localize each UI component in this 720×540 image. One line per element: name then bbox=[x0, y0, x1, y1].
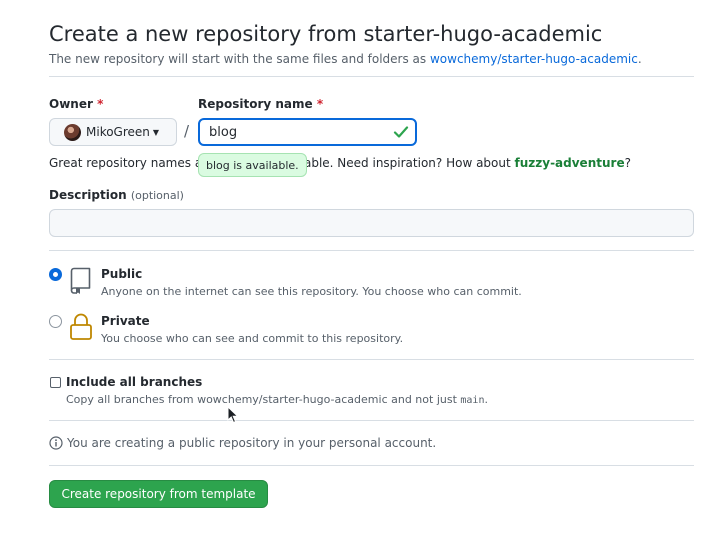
caret-down-icon: ▼ bbox=[152, 127, 160, 137]
owner-selected-value: MikoGreen bbox=[86, 125, 150, 139]
branches-note-end: . bbox=[484, 393, 488, 406]
public-option-note: Anyone on the internet can see this repo… bbox=[101, 285, 522, 298]
branches-note-text: Copy all branches from wowchemy/starter-… bbox=[66, 393, 461, 406]
repo-name-label: Repository name * bbox=[198, 97, 323, 111]
include-branches-note: Copy all branches from wowchemy/starter-… bbox=[66, 393, 488, 406]
repo-name-label-text: Repository name bbox=[198, 97, 313, 111]
subtitle-suffix: . bbox=[637, 52, 642, 66]
divider bbox=[49, 250, 694, 251]
required-mark: * bbox=[316, 97, 324, 111]
availability-tooltip: blog is available. bbox=[198, 153, 307, 177]
repo-name-helper: Great repository names ar norable. Need i… bbox=[49, 156, 631, 170]
default-branch-code: main bbox=[460, 395, 485, 406]
owner-label-text: Owner bbox=[49, 97, 93, 111]
avatar bbox=[64, 123, 81, 141]
subtitle-prefix: The new repository will start with the s… bbox=[49, 52, 430, 66]
helper-text-start: Great repository names ar bbox=[49, 156, 208, 170]
divider bbox=[49, 465, 694, 466]
owner-label: Owner * bbox=[49, 97, 103, 111]
check-icon bbox=[393, 126, 409, 138]
name-suggestion-link[interactable]: fuzzy-adventure bbox=[515, 156, 625, 170]
private-option-title: Private bbox=[101, 314, 150, 328]
create-repository-button[interactable]: Create repository from template bbox=[49, 480, 268, 508]
include-branches-checkbox[interactable] bbox=[50, 377, 61, 388]
divider bbox=[49, 420, 694, 421]
description-label-text: Description bbox=[49, 188, 127, 202]
mouse-cursor-icon bbox=[227, 406, 239, 424]
divider bbox=[49, 359, 694, 360]
visibility-private-radio[interactable] bbox=[49, 315, 62, 328]
private-option-note: You choose who can see and commit to thi… bbox=[101, 332, 404, 345]
repo-icon bbox=[70, 267, 91, 294]
divider bbox=[49, 76, 694, 77]
page-title: Create a new repository from starter-hug… bbox=[49, 22, 603, 46]
required-mark: * bbox=[97, 97, 104, 111]
page-subtitle: The new repository will start with the s… bbox=[49, 52, 642, 66]
description-input[interactable] bbox=[49, 209, 694, 237]
repo-name-input[interactable] bbox=[198, 118, 417, 146]
helper-question-mark: ? bbox=[624, 156, 631, 170]
notice-text: You are creating a public repository in … bbox=[67, 436, 437, 450]
owner-repo-separator: / bbox=[184, 122, 190, 140]
visibility-notice: You are creating a public repository in … bbox=[49, 436, 436, 450]
public-option-title: Public bbox=[101, 267, 143, 281]
template-repo-link[interactable]: wowchemy/starter-hugo-academic bbox=[430, 52, 638, 66]
helper-text-end: norable. Need inspiration? How about bbox=[284, 156, 515, 170]
description-label: Description (optional) bbox=[49, 188, 184, 202]
info-icon bbox=[49, 436, 63, 450]
optional-note: (optional) bbox=[130, 189, 184, 202]
owner-select-button[interactable]: MikoGreen ▼ bbox=[49, 118, 177, 146]
include-branches-label[interactable]: Include all branches bbox=[66, 375, 202, 389]
visibility-public-radio[interactable] bbox=[49, 268, 62, 281]
lock-icon bbox=[70, 313, 92, 340]
